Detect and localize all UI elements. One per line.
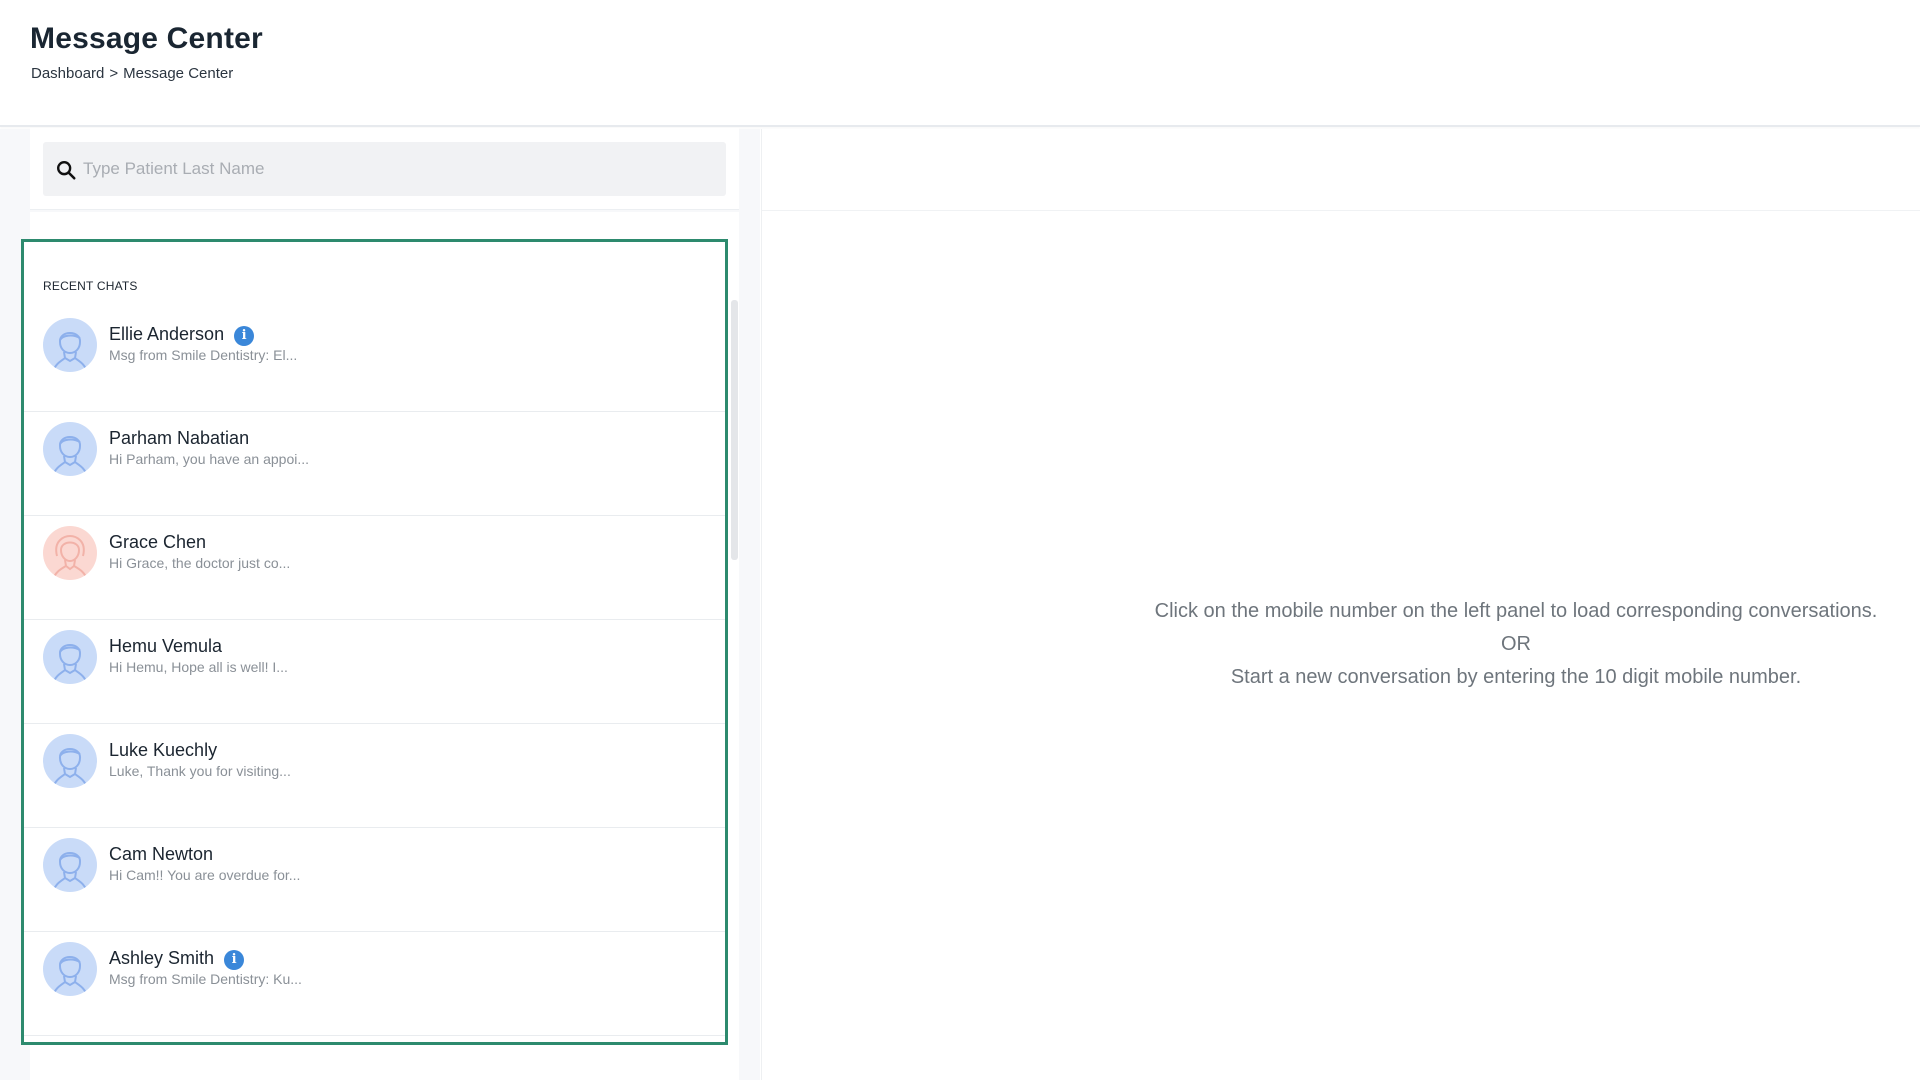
chat-message-preview: Hi Cam!! You are overdue for... <box>109 867 301 883</box>
chat-list-item[interactable]: Parham Nabatian Hi Parham, you have an a… <box>24 412 725 516</box>
chat-contact-name-text: Ellie Anderson <box>109 324 225 344</box>
chat-contact-name: Luke Kuechly <box>109 740 217 761</box>
chat-message-preview: Hi Grace, the doctor just co... <box>109 555 291 571</box>
empty-state-line-2: Start a new conversation by entering the… <box>1230 666 1802 688</box>
recent-chats-list: Ellie Anderson i Msg from Smile Dentistry… <box>24 308 725 1036</box>
empty-state-message: Click on the mobile number on the left p… <box>1062 595 1920 694</box>
recent-chats-section: RECENT CHATS Ellie Anderson i Msg from Sm… <box>21 239 728 1045</box>
page-header: Message Center Dashboard > Message Center <box>0 0 1920 127</box>
breadcrumb-dashboard-link[interactable]: Dashboard <box>31 65 104 82</box>
male-avatar-icon <box>43 630 97 684</box>
chat-message-preview: Msg from Smile Dentistry: El... <box>109 347 298 363</box>
search-icon <box>57 161 76 180</box>
chat-list-item[interactable]: Hemu Vemula Hi Hemu, Hope all is well! I… <box>24 620 725 724</box>
chat-contact-name: Ellie Anderson i <box>109 324 255 346</box>
male-avatar-icon <box>43 734 97 788</box>
chat-contact-name: Hemu Vemula <box>109 636 222 657</box>
chat-list-item[interactable]: Grace Chen Hi Grace, the doctor just co.… <box>24 516 725 620</box>
chat-contact-name-text: Cam Newton <box>109 844 214 864</box>
chat-list-item[interactable]: Ashley Smith i Msg from Smile Dentistry: … <box>24 932 725 1036</box>
chat-contact-name: Cam Newton <box>109 844 213 865</box>
conversation-header <box>762 129 1920 211</box>
chat-contact-name-text: Parham Nabatian <box>109 428 250 448</box>
chat-contact-name: Parham Nabatian <box>109 428 249 449</box>
chat-list-item[interactable]: Luke Kuechly Luke, Thank you for visitin… <box>24 724 725 828</box>
patient-search-input[interactable] <box>83 142 713 196</box>
recent-chats-label: RECENT CHATS <box>43 279 138 293</box>
male-avatar-icon <box>43 422 97 476</box>
empty-state-or: OR <box>1501 633 1531 655</box>
chat-list-item[interactable]: Ellie Anderson i Msg from Smile Dentistry… <box>24 308 725 412</box>
info-icon[interactable]: i <box>224 950 245 970</box>
breadcrumb-separator: > <box>109 65 119 82</box>
chat-message-preview: Msg from Smile Dentistry: Ku... <box>109 971 302 987</box>
breadcrumb: Dashboard > Message Center <box>31 65 233 82</box>
chat-message-preview: Hi Hemu, Hope all is well! I... <box>109 659 288 675</box>
search-bar <box>30 128 739 210</box>
male-avatar-icon <box>43 318 97 372</box>
chat-contact-name-text: Grace Chen <box>109 532 207 552</box>
male-avatar-icon <box>43 838 97 892</box>
search-box[interactable] <box>43 142 726 196</box>
chat-contact-name-text: Luke Kuechly <box>109 740 218 760</box>
chat-message-preview: Luke, Thank you for visiting... <box>109 763 291 779</box>
female-avatar-icon <box>43 526 97 580</box>
chat-contact-name-text: Ashley Smith <box>109 948 215 968</box>
page-title: Message Center <box>30 22 263 55</box>
info-icon[interactable]: i <box>234 326 255 346</box>
chat-contact-name-text: Hemu Vemula <box>109 636 223 656</box>
breadcrumb-current: Message Center <box>123 65 234 82</box>
male-avatar-icon <box>43 942 97 996</box>
chat-contact-name: Grace Chen <box>109 532 206 553</box>
chat-contact-name: Ashley Smith i <box>109 948 245 970</box>
chat-list-scrollbar[interactable] <box>731 300 738 560</box>
empty-state-line-1: Click on the mobile number on the left p… <box>1154 600 1878 622</box>
chat-list-item[interactable]: Cam Newton Hi Cam!! You are overdue for.… <box>24 828 725 932</box>
conversation-panel: Click on the mobile number on the left p… <box>761 129 1920 1080</box>
chat-message-preview: Hi Parham, you have an appoi... <box>109 451 310 467</box>
